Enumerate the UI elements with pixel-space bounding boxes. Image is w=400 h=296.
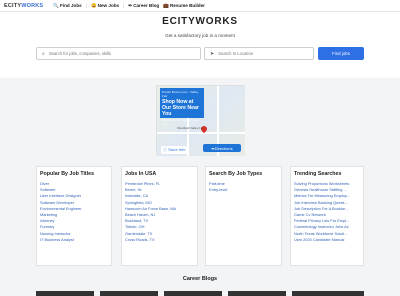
list-item[interactable]: Cross Roads, TX: [125, 237, 194, 243]
site-logo: ECITYWORKS: [162, 16, 238, 27]
ad-sub: Purple Brown.com - Valley Fair: [162, 90, 199, 98]
map-road: [157, 132, 245, 134]
blog-thumbnail[interactable]: [228, 291, 286, 296]
card-title: Jobs In USA: [125, 171, 157, 177]
nav-resume-builder[interactable]: 💼Resume Builder: [163, 3, 205, 9]
ad-store-info-button[interactable]: ⓘ Store Info: [161, 146, 188, 154]
pencil-icon: ✏: [128, 2, 133, 8]
trending-searches-card: Trending Searches Solving Proportions Wo…: [290, 166, 364, 266]
nav-links: 🔍Find Jobs | 😀New Jobs | ✏Career Blog 💼R…: [53, 3, 205, 9]
list-item[interactable]: Usm 2020 Candidate Manual: [294, 237, 360, 243]
ad-small: Visit Us at Our Location Near You!: [162, 118, 200, 126]
list-item[interactable]: Entry-level: [209, 187, 278, 193]
smile-icon: 😀: [90, 2, 97, 8]
nav-find-jobs[interactable]: 🔍Find Jobs: [53, 3, 81, 9]
blog-thumbnail[interactable]: [100, 291, 158, 296]
blog-thumbnail[interactable]: [292, 291, 364, 296]
popular-job-titles-card: Popular By Job Titles Diver Software Use…: [36, 166, 112, 266]
ad-headline: Shop Now at Our Store Near You: [162, 99, 199, 117]
search-icon: ⌕: [42, 50, 45, 57]
tagline: Get a satisfactory job in a moment: [165, 33, 235, 38]
briefcase-icon: 💼: [163, 2, 169, 8]
search-icon: 🔍: [53, 2, 60, 8]
nav-new-jobs[interactable]: 😀New Jobs: [91, 3, 119, 9]
top-nav: ECITYWORKS 🔍Find Jobs | 😀New Jobs | ✏Car…: [0, 0, 400, 12]
job-search-field[interactable]: ⌕: [36, 47, 201, 60]
job-types-card: Search By Job Types Part-time Entry-leve…: [205, 166, 282, 266]
card-title: Popular By Job Titles: [40, 171, 95, 177]
ad-directions-button[interactable]: ➦ Directions: [203, 144, 241, 152]
card-title: Search By Job Types: [209, 171, 263, 177]
location-input[interactable]: [218, 51, 313, 56]
ad-map-label: Westfield Valley Fair: [177, 126, 205, 130]
brand-logo[interactable]: ECITYWORKS: [4, 3, 43, 9]
blog-thumbnail[interactable]: [164, 291, 222, 296]
jobs-in-usa-card: Jobs In USA Pembroke Pines, FL Berne, IN…: [121, 166, 198, 266]
find-jobs-button[interactable]: Find jobs: [318, 47, 364, 60]
nav-separator: |: [85, 3, 87, 8]
nav-career-blog[interactable]: ✏Career Blog: [128, 3, 159, 9]
map-ad[interactable]: Purple Brown.com - Valley Fair Shop Now …: [156, 85, 245, 156]
location-search-field[interactable]: ➤: [204, 47, 314, 60]
blog-thumbnail[interactable]: [36, 291, 94, 296]
location-arrow-icon: ➤: [210, 50, 215, 57]
list-item[interactable]: IT Business Analyst: [40, 237, 108, 243]
job-search-input[interactable]: [48, 51, 200, 56]
career-blogs-heading: Career Blogs: [182, 276, 218, 282]
nav-separator: |: [123, 3, 125, 8]
ad-card[interactable]: Purple Brown.com - Valley Fair Shop Now …: [160, 88, 204, 126]
card-title: Trending Searches: [294, 171, 342, 177]
